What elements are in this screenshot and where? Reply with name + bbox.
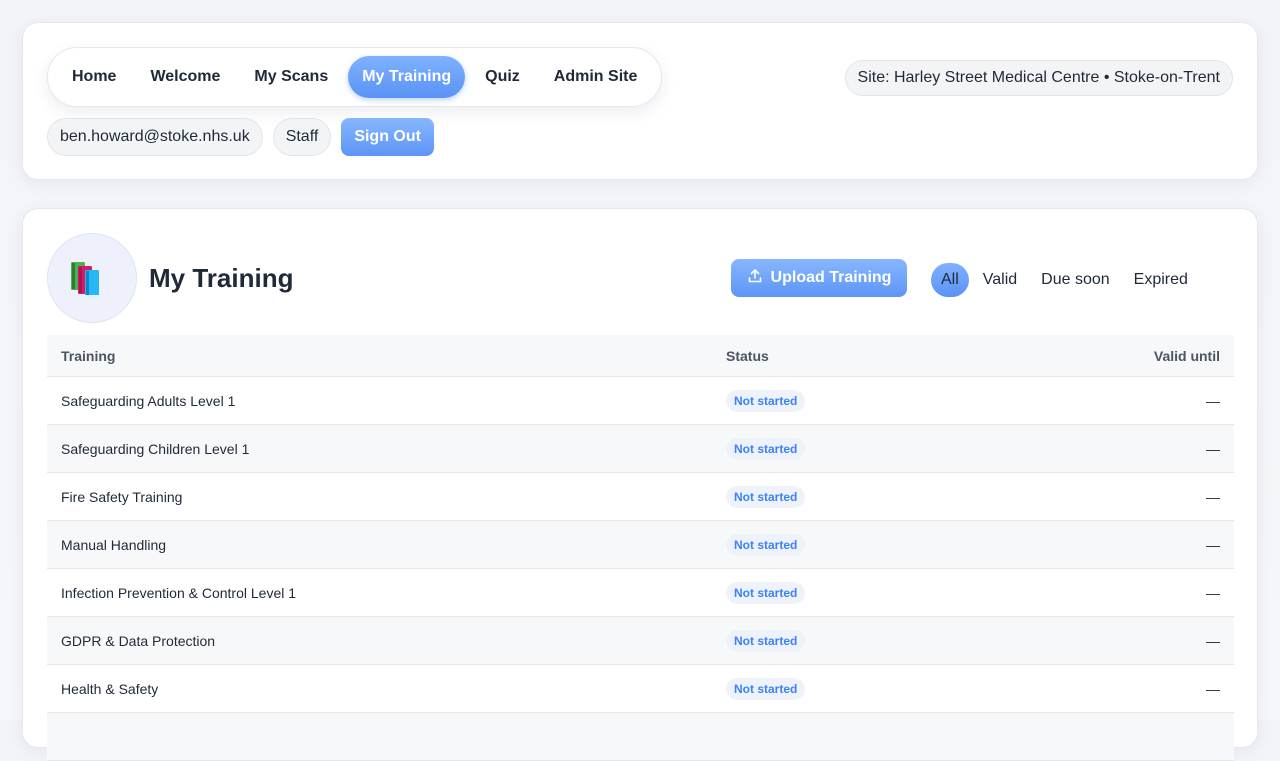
filter-expired[interactable]: Expired [1124,263,1198,297]
user-row: ben.howard@stoke.nhs.uk Staff Sign Out [47,118,434,156]
valid-until: — [1206,680,1220,697]
site-chip: Site: Harley Street Medical Centre • Sto… [844,60,1233,96]
status-badge: Not started [726,485,806,508]
training-name: Manual Handling [61,536,167,553]
training-name: GDPR & Data Protection [61,632,216,649]
status-badge: Not started [726,533,806,556]
valid-until: — [1206,584,1220,601]
valid-until: — [1206,488,1220,505]
upload-icon [747,268,763,289]
status-badge: Not started [726,581,806,604]
status-badge: Not started [726,437,806,460]
valid-until: — [1206,536,1220,553]
training-name: Safeguarding Children Level 1 [61,440,250,457]
status-badge: Not started [726,389,806,412]
valid-until: — [1206,392,1220,409]
training-name: Safeguarding Adults Level 1 [61,392,236,409]
status-filters: All Valid Due soon Expired [931,263,1198,297]
valid-until: — [1206,632,1220,649]
books-icon [47,233,137,323]
filter-due-soon[interactable]: Due soon [1031,263,1120,297]
training-name: Fire Safety Training [61,488,183,505]
table-header: Training Status Valid until [47,335,1234,377]
top-bar: Home Welcome My Scans My Training Quiz A… [22,22,1258,180]
nav-my-scans[interactable]: My Scans [240,56,342,98]
main-nav: Home Welcome My Scans My Training Quiz A… [47,47,663,107]
table-row[interactable]: Health & Safety Not started — [47,665,1234,713]
user-role-chip: Staff [272,118,332,156]
nav-admin-site[interactable]: Admin Site [540,56,652,98]
table-row[interactable]: Fire Safety Training Not started — [47,473,1234,521]
upload-training-button[interactable]: Upload Training [731,259,907,297]
page-title: My Training [149,263,294,293]
table-row[interactable]: GDPR & Data Protection Not started — [47,617,1234,665]
sign-out-button[interactable]: Sign Out [341,118,434,156]
nav-my-training[interactable]: My Training [348,56,466,98]
valid-until: — [1206,440,1220,457]
table-row[interactable] [47,713,1234,761]
training-name: Infection Prevention & Control Level 1 [61,584,297,601]
training-name: Health & Safety [61,680,159,697]
nav-quiz[interactable]: Quiz [471,56,534,98]
filter-valid[interactable]: Valid [973,263,1027,297]
upload-training-label: Upload Training [770,269,892,286]
table-body: Safeguarding Adults Level 1 Not started … [47,377,1234,761]
table-row[interactable]: Safeguarding Adults Level 1 Not started … [47,377,1234,425]
nav-welcome[interactable]: Welcome [136,56,234,98]
status-badge: Not started [726,677,806,700]
status-badge: Not started [726,629,806,652]
table-row[interactable]: Safeguarding Children Level 1 Not starte… [47,425,1234,473]
training-panel: My Training Upload Training All Valid Du… [22,208,1258,761]
filter-all[interactable]: All [931,263,969,297]
header-status: Status [726,347,769,364]
header-valid-until: Valid until [1153,347,1220,364]
nav-home[interactable]: Home [58,56,130,98]
training-table: Training Status Valid until Safeguarding… [47,335,1234,761]
table-row[interactable]: Infection Prevention & Control Level 1 N… [47,569,1234,617]
header-training: Training [61,347,116,364]
table-row[interactable]: Manual Handling Not started — [47,521,1234,569]
user-email-chip: ben.howard@stoke.nhs.uk [47,118,263,156]
